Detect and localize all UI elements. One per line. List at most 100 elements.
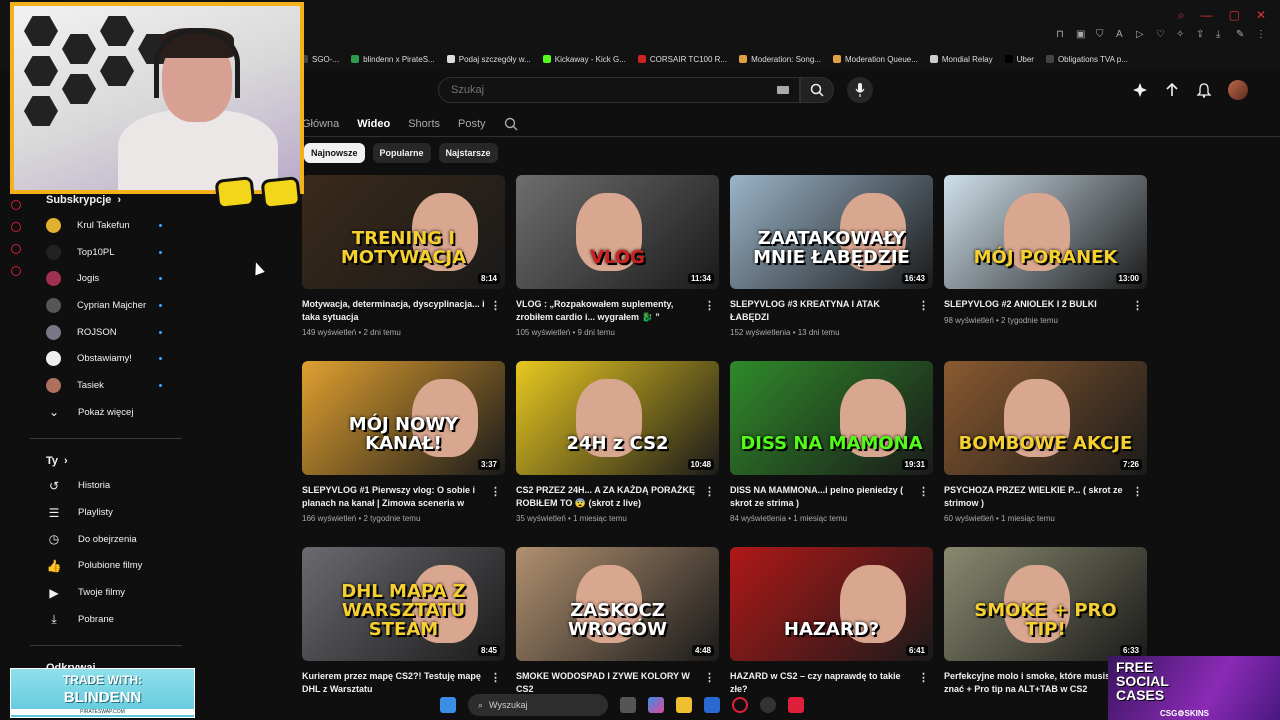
ai-icon[interactable]: ✎ [1236, 30, 1246, 40]
chip-popularne[interactable]: Popularne [372, 143, 431, 163]
extensions-icon[interactable]: ✧ [1176, 30, 1186, 40]
video-thumbnail[interactable]: DHL MAPA Z WARSZTATU STEAM 8:45 [302, 547, 505, 661]
chip-najnowsze[interactable]: Najnowsze [304, 143, 365, 163]
video-card[interactable]: HAZARD? 6:41 HAZARD w CS2 – czy naprawdę t… [730, 547, 933, 700]
more-options-icon[interactable]: ⋮ [918, 299, 929, 312]
sidebar-item-playlist[interactable]: ☰ Playlisty [30, 499, 185, 526]
search-button[interactable] [800, 77, 834, 103]
video-card[interactable]: TRENING I MOTYWACJA 8:14 Motywacja, determ… [302, 175, 505, 337]
create-icon[interactable] [1132, 82, 1148, 98]
video-thumbnail[interactable]: ZASKOCZ WROGÓW 4:48 [516, 547, 719, 661]
windows-start-icon[interactable] [440, 697, 456, 713]
video-card[interactable]: ZAATAKOWAŁY MNIE ŁABĘDZIE 16:43 SLEPYVLOG … [730, 175, 933, 337]
bookmark-icon[interactable]: ⊓ [1056, 30, 1066, 40]
more-options-icon[interactable]: ⋮ [704, 671, 715, 684]
rail-icon[interactable] [11, 244, 21, 254]
video-title[interactable]: CS2 PRZEZ 24H... A ZA KAŻDĄ PORAŻKĘ ROBI… [516, 484, 719, 509]
sidebar-item-history[interactable]: ↺ Historia [30, 473, 185, 500]
more-options-icon[interactable]: ⋮ [918, 671, 929, 684]
shield-icon[interactable]: ⛉ [1096, 30, 1106, 40]
chip-najstarsze[interactable]: Najstarsze [438, 143, 498, 163]
search-icon[interactable]: ⌕ [1178, 8, 1185, 23]
you-header[interactable]: Ty › [30, 449, 185, 473]
sidebar-channel-item[interactable]: ROJSON [30, 319, 185, 346]
video-title[interactable]: Motywacja, determinacja, dyscyplinacja..… [302, 298, 505, 323]
heart-icon[interactable]: ♡ [1156, 30, 1166, 40]
sidebar-channel-item[interactable]: Jogis [30, 265, 185, 292]
video-title[interactable]: PSYCHOZA PRZEZ WIELKIE P... ( skrot ze s… [944, 484, 1147, 509]
maximize-icon[interactable]: ▢ [1229, 8, 1240, 23]
video-thumbnail[interactable]: BOMBOWE AKCJE 7:26 [944, 361, 1147, 475]
more-options-icon[interactable]: ⋮ [490, 299, 501, 312]
video-title[interactable]: SLEPYVLOG #1 Pierwszy vlog: O sobie i pl… [302, 484, 505, 509]
video-title[interactable]: VLOG : „Rozpakowałem suplementy, zrobiłe… [516, 298, 719, 323]
rail-icon[interactable] [11, 222, 21, 232]
sidebar-channel-item[interactable]: Tasiek [30, 372, 185, 399]
more-options-icon[interactable]: ⋮ [490, 671, 501, 684]
close-icon[interactable]: ✕ [1256, 8, 1266, 23]
more-options-icon[interactable]: ⋮ [1132, 485, 1143, 498]
video-thumbnail[interactable]: MÓJ NOWY KANAŁ! 3:37 [302, 361, 505, 475]
video-thumbnail[interactable]: TRENING I MOTYWACJA 8:14 [302, 175, 505, 289]
video-thumbnail[interactable]: VLOG 11:34 [516, 175, 719, 289]
play-icon[interactable]: ▷ [1136, 30, 1146, 40]
voice-search-button[interactable] [847, 77, 873, 103]
sidebar-item-download[interactable]: ⤓ Pobrane [30, 606, 185, 633]
sidebar-item-video[interactable]: ▶ Twoje filmy [30, 579, 185, 606]
search-box[interactable] [438, 77, 800, 103]
video-thumbnail[interactable]: DISS NA MAMONA 19:31 [730, 361, 933, 475]
video-card[interactable]: DISS NA MAMONA 19:31 DISS NA MAMMONA...i p… [730, 361, 933, 523]
video-thumbnail[interactable]: MÓJ PORANEK 13:00 [944, 175, 1147, 289]
bookmark-item[interactable]: Kickaway - Kick G... [542, 55, 626, 64]
tab-shorts[interactable]: Shorts [408, 114, 440, 134]
tiktok-icon[interactable] [788, 697, 804, 713]
rail-icon[interactable] [11, 200, 21, 210]
task-view-icon[interactable] [620, 697, 636, 713]
tab-posty[interactable]: Posty [458, 114, 486, 134]
more-options-icon[interactable]: ⋮ [918, 485, 929, 498]
more-options-icon[interactable]: ⋮ [1132, 299, 1143, 312]
video-card[interactable]: 24H z CS2 10:48 CS2 PRZEZ 24H... A ZA KAŻD… [516, 361, 719, 523]
sidebar-channel-item[interactable]: Obstawiamy! [30, 345, 185, 372]
video-card[interactable]: BOMBOWE AKCJE 7:26 PSYCHOZA PRZEZ WIELKIE … [944, 361, 1147, 523]
more-options-icon[interactable]: ⋮ [704, 485, 715, 498]
taskbar-search[interactable]: ⌕ Wyszukaj [468, 694, 608, 716]
sidebar-channel-item[interactable]: Krul Takefun [30, 212, 185, 239]
video-card[interactable]: ZASKOCZ WROGÓW 4:48 SMOKE WODOSPAD I ZYWE … [516, 547, 719, 700]
upload-icon[interactable] [1164, 82, 1180, 98]
file-explorer-icon[interactable] [676, 697, 692, 713]
store-icon[interactable] [704, 697, 720, 713]
menu-icon[interactable]: ⋮ [1256, 30, 1266, 40]
bookmark-item[interactable]: blindenn x PirateS... [351, 55, 435, 64]
video-title[interactable]: SLEPYVLOG #2 ANIOLEK I 2 BULKI [944, 298, 1147, 311]
tab-wideo[interactable]: Wideo [357, 114, 390, 134]
sidebar-item-thumb-up[interactable]: 👍 Polubione filmy [30, 553, 185, 580]
video-thumbnail[interactable]: 24H z CS2 10:48 [516, 361, 719, 475]
bookmark-item[interactable]: SGO-... [300, 55, 339, 64]
video-thumbnail[interactable]: SMOKE + PRO TIP! 6:33 [944, 547, 1147, 661]
bookmark-item[interactable]: Uber [1004, 55, 1034, 64]
steam-icon[interactable] [760, 697, 776, 713]
notifications-bell-icon[interactable] [1196, 82, 1212, 98]
tab-główna[interactable]: Główna [302, 114, 339, 134]
video-card[interactable]: VLOG 11:34 VLOG : „Rozpakowałem suplementy… [516, 175, 719, 337]
bookmark-item[interactable]: Moderation Queue... [832, 55, 918, 64]
more-options-icon[interactable]: ⋮ [490, 485, 501, 498]
video-title[interactable]: SLEPYVLOG #3 KREATYNA I ATAK ŁABĘDZI [730, 298, 933, 323]
sidebar-channel-item[interactable]: Top10PL [30, 239, 185, 266]
opera-gx-icon[interactable] [732, 697, 748, 713]
video-title[interactable]: DISS NA MAMMONA...i pelno pieniedzy ( sk… [730, 484, 933, 509]
search-input[interactable] [439, 78, 759, 102]
more-options-icon[interactable]: ⋮ [704, 299, 715, 312]
video-card[interactable]: DHL MAPA Z WARSZTATU STEAM 8:45 Kurierem p… [302, 547, 505, 700]
bookmark-item[interactable]: Moderation: Song... [739, 55, 821, 64]
bookmark-item[interactable]: Mondial Relay [929, 55, 993, 64]
bookmark-item[interactable]: Podaj szczegóły w... [446, 55, 531, 64]
rail-icon[interactable] [11, 266, 21, 276]
show-more-button[interactable]: ⌄ Pokaż więcej [30, 399, 185, 426]
translate-icon[interactable]: A [1116, 30, 1126, 40]
sidebar-channel-item[interactable]: Cyprian Majcher [30, 292, 185, 319]
share-icon[interactable]: ⇪ [1196, 30, 1206, 40]
bookmark-item[interactable]: CORSAIR TC100 R... [637, 55, 727, 64]
screenshot-icon[interactable]: ▣ [1076, 30, 1086, 40]
